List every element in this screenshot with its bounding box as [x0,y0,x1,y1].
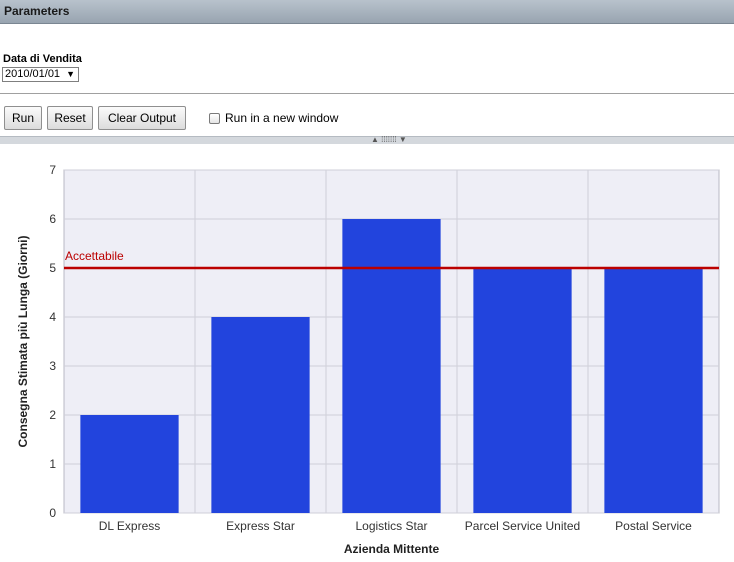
run-button[interactable]: Run [4,106,42,130]
date-select[interactable]: 2010/01/01 ▼ [2,67,79,82]
bar [473,268,572,513]
new-window-option[interactable]: Run in a new window [209,110,338,126]
x-tick-label: Logistics Star [355,519,427,533]
y-tick-label: 7 [49,163,56,177]
x-tick-label: Postal Service [615,519,692,533]
divider [0,93,734,94]
reference-line-label: Accettabile [65,249,124,263]
panel-splitter[interactable]: ▲ ⁞⁞⁞⁞⁞⁞⁞ ▼ [0,135,734,144]
x-axis-title: Azienda Mittente [344,542,440,556]
y-tick-label: 2 [49,408,56,422]
clear-output-button[interactable]: Clear Output [98,106,186,130]
x-tick-label: Express Star [226,519,295,533]
new-window-checkbox[interactable] [209,112,220,124]
y-tick-label: 6 [49,212,56,226]
y-tick-label: 4 [49,310,56,324]
splitter-grip-icon[interactable]: ▲ ⁞⁞⁞⁞⁞⁞⁞ ▼ [371,135,407,144]
panel-title: Parameters [4,4,70,18]
bar-chart: Accettabile 0 1 2 3 4 5 6 7 DL Express Express St… [16,163,720,556]
bar [211,317,310,513]
y-tick-label: 3 [49,359,56,373]
new-window-label: Run in a new window [225,111,339,125]
x-tick-label: DL Express [99,519,161,533]
bar [342,219,441,513]
reset-button[interactable]: Reset [47,106,93,130]
parameters-header: Parameters [0,0,734,24]
y-tick-label: 0 [49,506,56,520]
y-tick-label: 5 [49,261,56,275]
bar [80,415,179,513]
date-select-value: 2010/01/01 [5,68,61,80]
x-tick-label: Parcel Service United [465,519,580,533]
bar [604,268,703,513]
y-tick-label: 1 [49,457,56,471]
chevron-down-icon: ▼ [66,69,75,79]
y-axis-title: Consegna Stimata più Lunga (Giorni) [16,235,30,447]
date-param-label: Data di Vendita [3,53,82,65]
